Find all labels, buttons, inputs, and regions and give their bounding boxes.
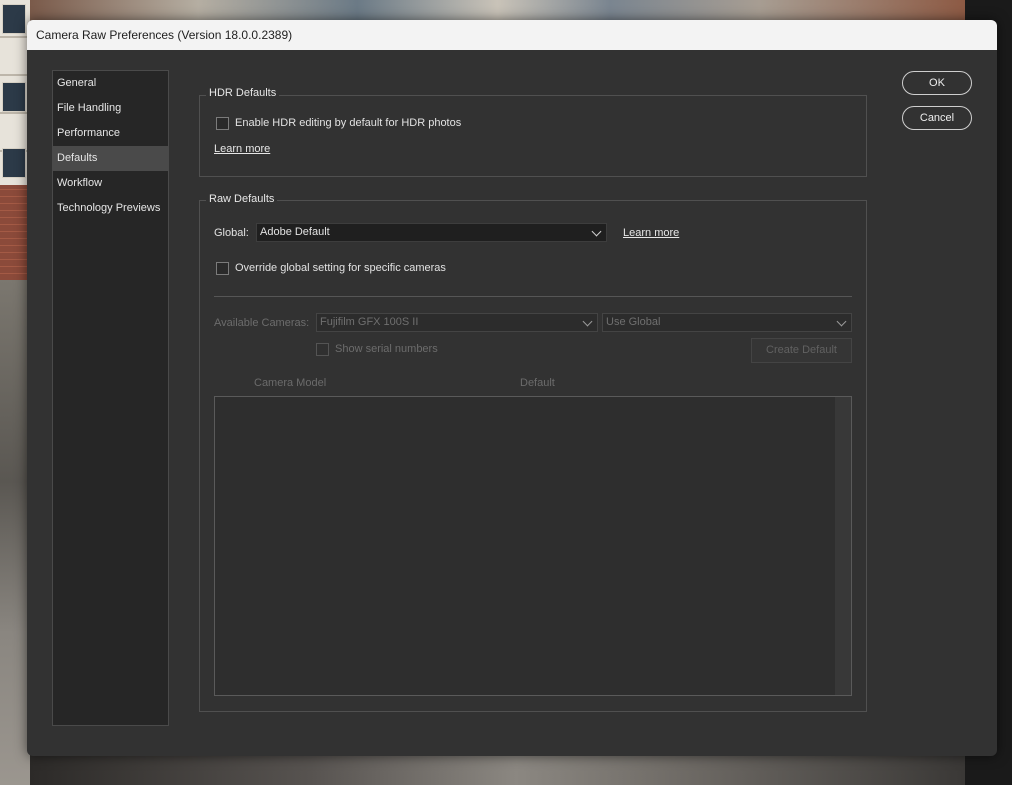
camera-default-value: Use Global [606, 316, 661, 328]
chevron-down-icon [591, 226, 602, 237]
global-default-dropdown[interactable]: Adobe Default [256, 223, 607, 242]
sidebar-item-workflow[interactable]: Workflow [53, 171, 168, 196]
raw-learn-more-link[interactable]: Learn more [623, 227, 679, 239]
hdr-learn-more-link[interactable]: Learn more [214, 143, 270, 155]
show-serial-label[interactable]: Show serial numbers [335, 343, 438, 355]
cancel-button[interactable]: Cancel [902, 106, 972, 130]
override-cameras-checkbox[interactable] [216, 262, 229, 275]
camera-defaults-table[interactable] [214, 396, 852, 696]
window-title: Camera Raw Preferences (Version 18.0.0.2… [36, 28, 293, 42]
available-cameras-label: Available Cameras: [214, 317, 310, 329]
create-default-button[interactable]: Create Default [751, 338, 852, 363]
divider [214, 296, 852, 297]
override-cameras-label[interactable]: Override global setting for specific cam… [235, 262, 446, 274]
camera-default-dropdown[interactable]: Use Global [602, 313, 852, 332]
preferences-sidebar: General File Handling Performance Defaul… [52, 70, 169, 726]
sidebar-item-performance[interactable]: Performance [53, 121, 168, 146]
camera-value: Fujifilm GFX 100S II [320, 316, 419, 328]
hdr-defaults-group [199, 95, 867, 177]
sidebar-item-file-handling[interactable]: File Handling [53, 96, 168, 121]
sidebar-item-general[interactable]: General [53, 71, 168, 96]
camera-dropdown[interactable]: Fujifilm GFX 100S II [316, 313, 598, 332]
global-default-value: Adobe Default [260, 226, 330, 238]
column-header-default[interactable]: Default [520, 377, 555, 389]
enable-hdr-label[interactable]: Enable HDR editing by default for HDR ph… [235, 117, 461, 129]
sidebar-item-defaults[interactable]: Defaults [53, 146, 168, 171]
column-header-camera-model[interactable]: Camera Model [254, 377, 326, 389]
show-serial-checkbox[interactable] [316, 343, 329, 356]
enable-hdr-checkbox[interactable] [216, 117, 229, 130]
global-label: Global: [214, 227, 249, 239]
chevron-down-icon [836, 316, 847, 327]
sidebar-item-technology-previews[interactable]: Technology Previews [53, 196, 168, 221]
ok-button[interactable]: OK [902, 71, 972, 95]
title-bar[interactable]: Camera Raw Preferences (Version 18.0.0.2… [27, 20, 997, 50]
chevron-down-icon [582, 316, 593, 327]
preferences-dialog: Camera Raw Preferences (Version 18.0.0.2… [27, 20, 997, 756]
raw-defaults-title: Raw Defaults [206, 193, 278, 205]
hdr-defaults-title: HDR Defaults [206, 87, 280, 99]
table-scrollbar[interactable] [835, 397, 851, 695]
